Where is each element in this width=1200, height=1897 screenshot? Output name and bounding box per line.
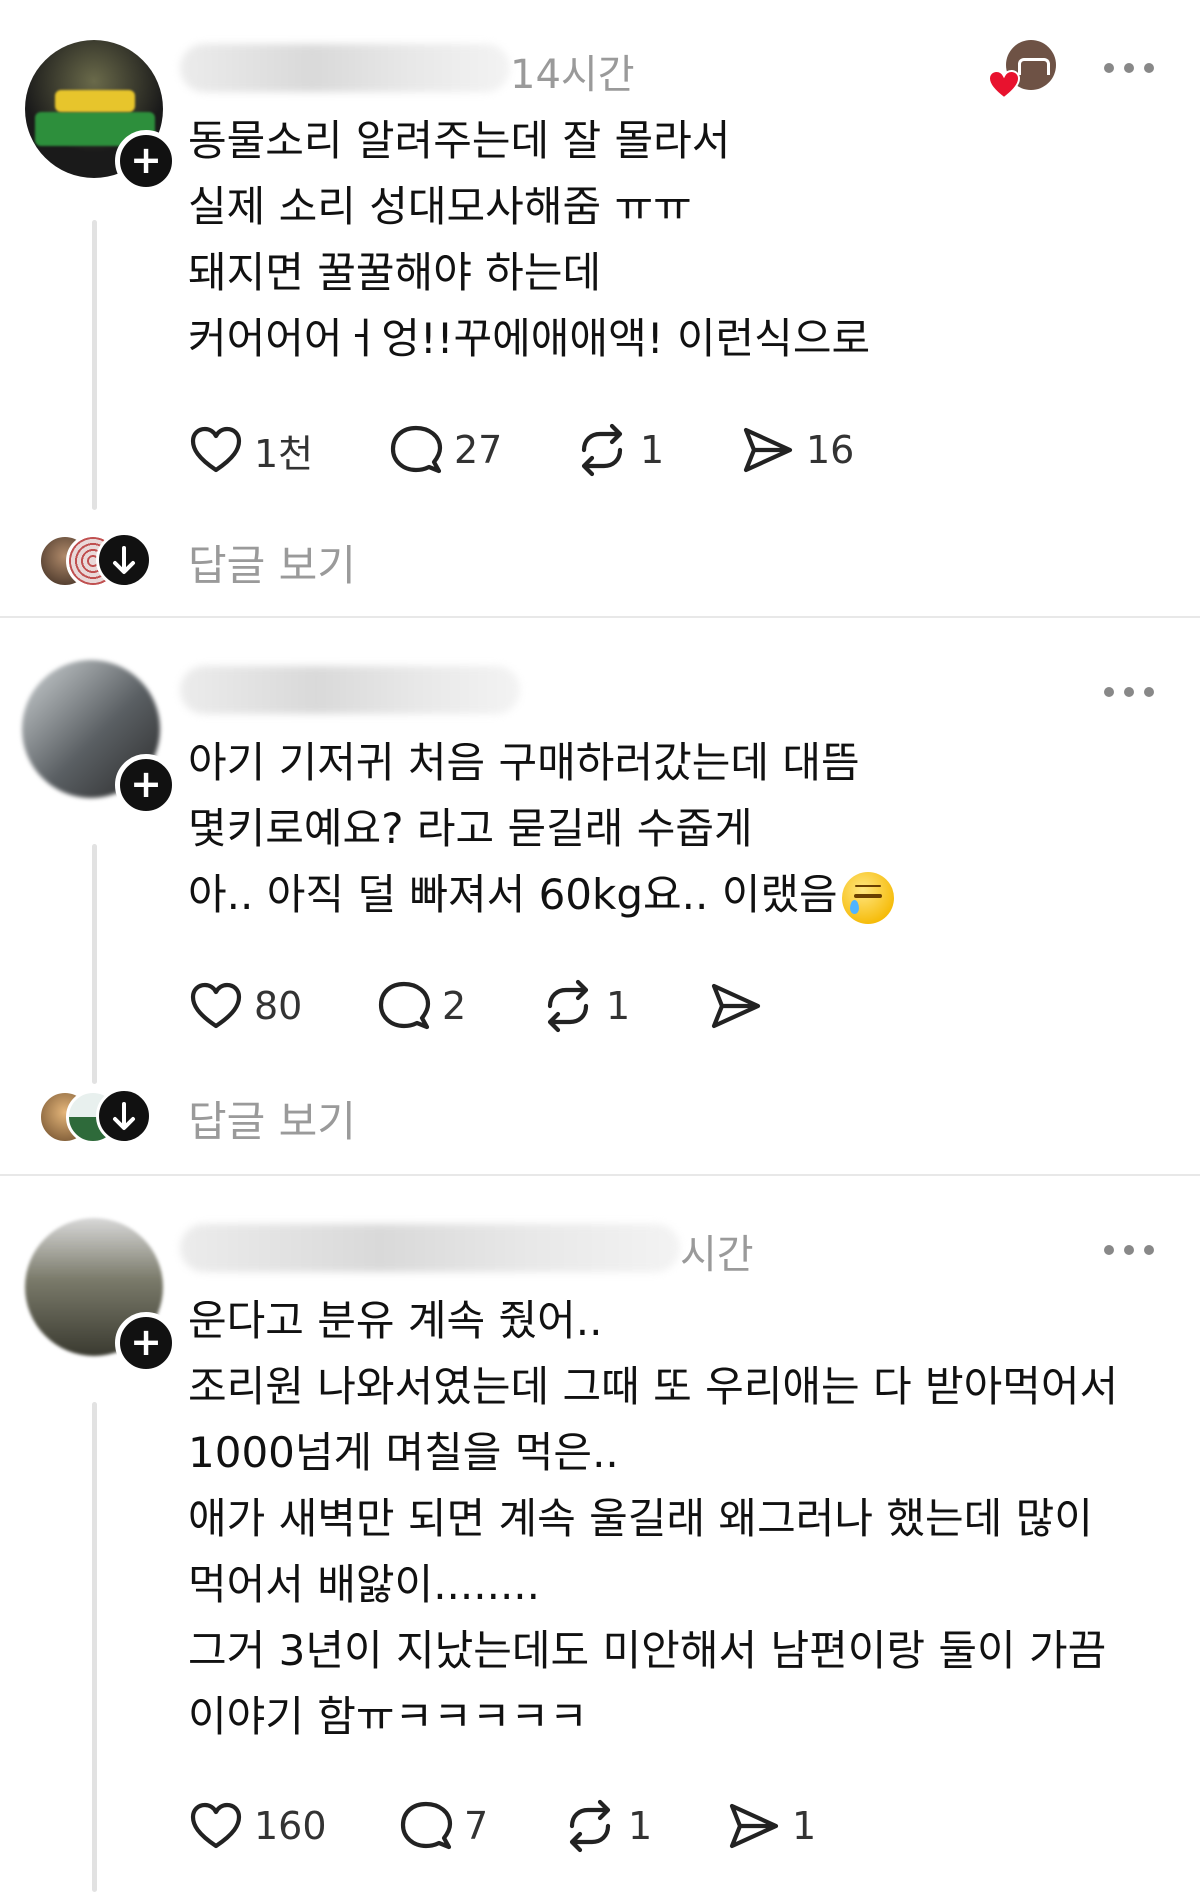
follow-plus-icon[interactable]: + bbox=[115, 1312, 177, 1374]
share-button[interactable]: 1 bbox=[726, 1796, 816, 1856]
follow-plus-icon[interactable]: + bbox=[115, 130, 177, 192]
post-text-content: 아기 기저귀 처음 구매하러갔는데 대뜸 몇키로예요? 라고 묻길래 수줍게 아… bbox=[188, 738, 860, 919]
post-2: + 아기 기저귀 처음 구매하러갔는데 대뜸 몇키로예요? 라고 묻길래 수줍게… bbox=[0, 618, 1200, 1174]
view-replies-link[interactable]: 답글 보기 bbox=[188, 1088, 356, 1149]
repost-icon bbox=[547, 979, 589, 1033]
share-button[interactable]: 16 bbox=[740, 420, 854, 480]
speech-bubble-icon bbox=[400, 1801, 453, 1850]
view-replies-link[interactable]: 답글 보기 bbox=[188, 532, 356, 593]
send-icon bbox=[711, 983, 761, 1029]
post-1: + 14시간 동물소리 알려주는데 잘 몰라서 실제 소리 성대모사해줌 ㅠㅠ … bbox=[0, 0, 1200, 612]
like-count: 80 bbox=[254, 984, 303, 1028]
speech-bubble-icon bbox=[378, 981, 431, 1030]
like-count: 160 bbox=[254, 1804, 327, 1848]
more-options-icon[interactable] bbox=[1100, 1239, 1160, 1259]
arrow-down-icon[interactable] bbox=[96, 532, 152, 588]
post-text: 아기 기저귀 처음 구매하러갔는데 대뜸 몇키로예요? 라고 묻길래 수줍게 아… bbox=[188, 730, 894, 928]
post-time: 14시간 bbox=[510, 52, 635, 98]
post-text: 운다고 분유 계속 줬어.. 조리원 나와서였는데 그때 또 우리애는 다 받아… bbox=[188, 1296, 1119, 1741]
like-button[interactable]: 160 bbox=[188, 1796, 327, 1856]
send-icon bbox=[743, 427, 793, 473]
blurred-username[interactable] bbox=[180, 666, 520, 714]
repost-button[interactable]: 1 bbox=[574, 420, 664, 480]
like-count: 1천 bbox=[254, 431, 314, 476]
like-button[interactable]: 80 bbox=[188, 976, 302, 1036]
repost-icon bbox=[581, 423, 623, 477]
reply-avatars[interactable] bbox=[38, 1088, 158, 1150]
post-time: 시간 bbox=[680, 1232, 754, 1278]
arrow-down-icon[interactable] bbox=[96, 1088, 152, 1144]
comment-count: 7 bbox=[464, 1804, 489, 1848]
repost-button[interactable]: 1 bbox=[540, 976, 630, 1036]
repost-count: 1 bbox=[606, 984, 631, 1028]
share-count: 1 bbox=[792, 1804, 817, 1848]
heart-icon bbox=[190, 982, 242, 1029]
comment-button[interactable]: 2 bbox=[376, 976, 466, 1036]
repost-button[interactable]: 1 bbox=[562, 1796, 652, 1856]
share-count: 16 bbox=[806, 428, 855, 472]
comment-button[interactable]: 27 bbox=[388, 420, 502, 480]
repost-count: 1 bbox=[628, 1804, 653, 1848]
comment-button[interactable]: 7 bbox=[398, 1796, 488, 1856]
more-options-icon[interactable] bbox=[1100, 57, 1160, 77]
send-icon bbox=[729, 1803, 779, 1849]
more-options-icon[interactable] bbox=[1100, 681, 1160, 701]
post-3: + 시간 운다고 분유 계속 줬어.. 조리원 나와서였는데 그때 또 우리애는… bbox=[0, 1176, 1200, 1897]
heart-badge-icon bbox=[987, 69, 1021, 100]
blurred-username[interactable] bbox=[180, 1224, 680, 1272]
repost-count: 1 bbox=[640, 428, 665, 472]
reply-avatars[interactable] bbox=[38, 532, 158, 594]
follow-plus-icon[interactable]: + bbox=[115, 754, 177, 816]
heart-icon bbox=[190, 1802, 242, 1849]
heart-icon bbox=[190, 426, 242, 473]
speech-bubble-icon bbox=[390, 425, 443, 474]
comment-count: 27 bbox=[454, 428, 503, 472]
thread-line bbox=[92, 220, 97, 510]
repost-icon bbox=[569, 1799, 611, 1853]
crying-face-icon bbox=[841, 871, 894, 924]
thread-line bbox=[92, 844, 97, 1084]
post-text: 동물소리 알려주는데 잘 몰라서 실제 소리 성대모사해줌 ㅠㅠ 돼지면 꿀꿀해… bbox=[188, 116, 871, 363]
share-button[interactable] bbox=[708, 976, 764, 1036]
comment-count: 2 bbox=[442, 984, 467, 1028]
blurred-username[interactable] bbox=[180, 44, 510, 92]
like-button[interactable]: 1천 bbox=[188, 420, 313, 480]
thread-line bbox=[92, 1402, 97, 1892]
